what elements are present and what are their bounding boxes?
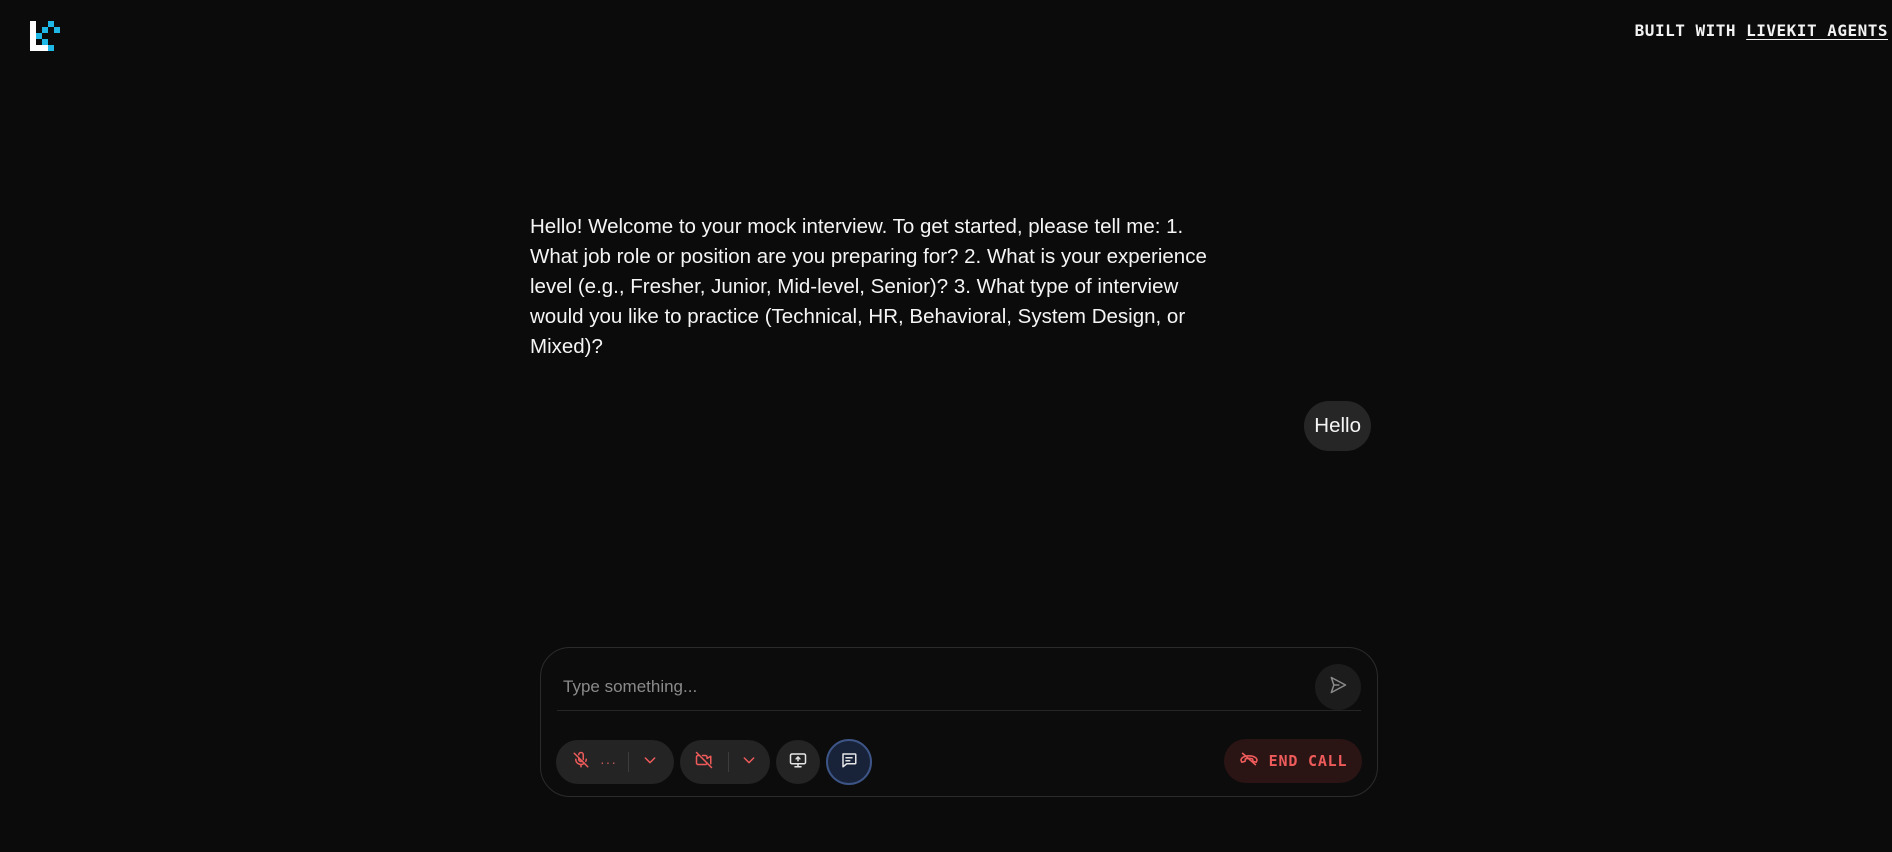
- agent-message: Hello! Welcome to your mock interview. T…: [530, 215, 1207, 358]
- end-call-button[interactable]: END CALL: [1224, 739, 1362, 783]
- media-controls: ···: [556, 739, 872, 785]
- chevron-down-icon: [642, 752, 658, 773]
- built-with-credit: BUILT WITH LIVEKIT AGENTS: [1635, 21, 1888, 40]
- end-call-label: END CALL: [1268, 752, 1348, 770]
- credit-prefix: BUILT WITH: [1634, 21, 1736, 40]
- user-message-bubble: Hello: [1304, 401, 1371, 451]
- chat-toggle-button[interactable]: [826, 739, 872, 785]
- send-button[interactable]: [1315, 664, 1361, 710]
- camera-control: [680, 740, 770, 784]
- chat-icon: [840, 751, 858, 774]
- user-message-text: Hello: [1314, 414, 1361, 437]
- microphone-control: ···: [556, 740, 674, 784]
- agent-control-bar: ···: [540, 647, 1378, 797]
- microphone-device-menu-button[interactable]: [629, 740, 671, 784]
- camera-off-icon: [694, 751, 714, 774]
- phone-hangup-icon: [1239, 751, 1259, 771]
- screen-share-button[interactable]: [776, 740, 820, 784]
- mic-level-indicator: ···: [600, 754, 617, 770]
- chevron-down-icon: [741, 752, 757, 773]
- chat-input[interactable]: [561, 666, 1285, 708]
- voice-agent-page: BUILT WITH LIVEKIT AGENTS Hello! Welcome…: [0, 0, 1892, 852]
- send-icon: [1328, 675, 1348, 700]
- chat-input-row: [557, 662, 1361, 711]
- camera-device-menu-button[interactable]: [729, 740, 769, 784]
- microphone-toggle-button[interactable]: ···: [572, 740, 628, 784]
- screen-share-icon: [789, 751, 807, 774]
- livekit-logo-icon: [30, 21, 60, 51]
- mic-off-icon: [572, 751, 590, 774]
- livekit-agents-link[interactable]: LIVEKIT AGENTS: [1746, 21, 1888, 40]
- camera-toggle-button[interactable]: [694, 740, 728, 784]
